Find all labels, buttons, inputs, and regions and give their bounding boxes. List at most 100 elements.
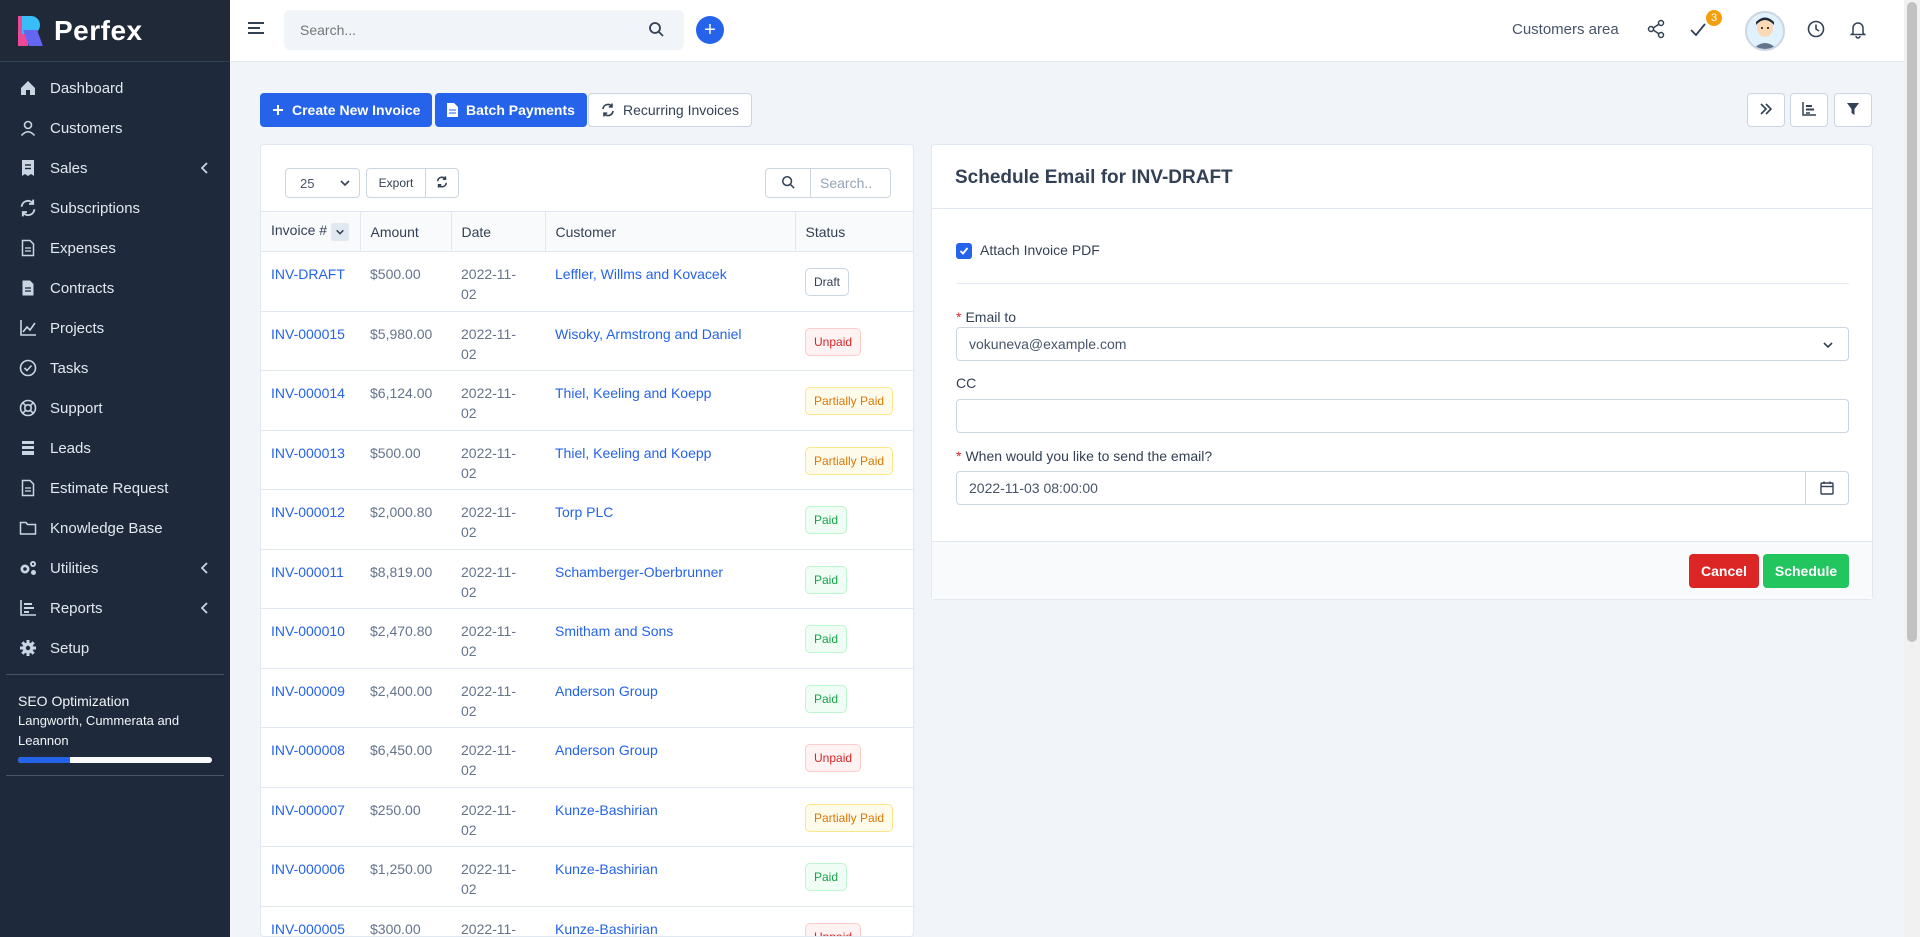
invoice-number-link[interactable]: INV-000006 xyxy=(271,861,345,877)
share-icon[interactable] xyxy=(1646,19,1666,42)
email-to-select[interactable]: vokuneva@example.com xyxy=(956,327,1849,361)
customer-link[interactable]: Thiel, Keeling and Koepp xyxy=(555,445,711,461)
schedule-button[interactable]: Schedule xyxy=(1763,554,1849,588)
invoice-number-link[interactable]: INV-000009 xyxy=(271,683,345,699)
plus-icon: + xyxy=(704,18,716,41)
cancel-button[interactable]: Cancel xyxy=(1689,554,1759,588)
table-row[interactable]: INV-000007 $250.00 2022-11-02 Kunze-Bashiri… xyxy=(261,787,913,847)
sidebar-item-leads[interactable]: Leads xyxy=(0,428,230,468)
table-search-button[interactable] xyxy=(765,168,811,198)
table-row[interactable]: INV-000012 $2,000.80 2022-11-02 Torp PLC Pai… xyxy=(261,489,913,550)
customer-link[interactable]: Anderson Group xyxy=(555,683,658,699)
invoice-number-link[interactable]: INV-000011 xyxy=(271,564,344,580)
customer-link[interactable]: Anderson Group xyxy=(555,742,658,758)
table-row[interactable]: INV-000010 $2,470.80 2022-11-02 Smitham and… xyxy=(261,608,913,669)
sidebar-item-projects[interactable]: Projects xyxy=(0,308,230,348)
invoice-number-link[interactable]: INV-000014 xyxy=(271,385,345,401)
invoice-cell: INV-DRAFT xyxy=(261,251,360,312)
column-header-status[interactable]: Status xyxy=(795,211,913,252)
sidebar-item-customers[interactable]: Customers xyxy=(0,108,230,148)
sidebar-item-utilities[interactable]: Utilities xyxy=(0,548,230,588)
sidebar-item-subscriptions[interactable]: Subscriptions xyxy=(0,188,230,228)
customer-link[interactable]: Wisoky, Armstrong and Daniel xyxy=(555,326,741,342)
column-header-amount[interactable]: Amount xyxy=(360,211,452,252)
sidebar-item-reports[interactable]: Reports xyxy=(0,588,230,628)
brand[interactable]: Perfex xyxy=(0,0,230,62)
sidebar-item-dashboard[interactable]: Dashboard xyxy=(0,68,230,108)
column-header-date[interactable]: Date xyxy=(451,211,546,252)
table-row[interactable]: INV-000013 $500.00 2022-11-02 Thiel, Keelin… xyxy=(261,430,913,490)
reload-button[interactable] xyxy=(425,168,459,198)
sidebar-item-tasks[interactable]: Tasks xyxy=(0,348,230,388)
sort-chevron-down-icon[interactable] xyxy=(331,222,350,241)
attach-pdf-checkbox[interactable] xyxy=(956,243,972,259)
table-row[interactable]: INV-000015 $5,980.00 2022-11-02 Wisoky, Arm… xyxy=(261,311,913,371)
sidebar-item-knowledge-base[interactable]: Knowledge Base xyxy=(0,508,230,548)
bar-chart-icon xyxy=(18,598,38,618)
table-row[interactable]: INV-000005 $300.00 2022-11- Kunze-Bashirian… xyxy=(261,906,913,937)
sidebar-item-setup[interactable]: Setup xyxy=(0,628,230,668)
status-badge: Unpaid xyxy=(805,922,862,936)
invoice-number-link[interactable]: INV-000005 xyxy=(271,921,345,937)
customer-link[interactable]: Kunze-Bashirian xyxy=(555,802,658,818)
customer-cell: Thiel, Keeling and Koepp xyxy=(545,430,795,490)
refresh-icon xyxy=(436,175,448,191)
date-cell: 2022-11- xyxy=(451,906,545,936)
column-header-customer[interactable]: Customer xyxy=(545,211,796,252)
menu-toggle-icon[interactable] xyxy=(248,22,264,37)
cc-field[interactable] xyxy=(956,399,1849,433)
customer-link[interactable]: Leffler, Willms and Kovacek xyxy=(555,266,727,282)
global-search-input[interactable] xyxy=(284,10,624,50)
send-date-input[interactable]: 2022-11-03 08:00:00 xyxy=(956,471,1849,505)
column-header-invoice[interactable]: Invoice # xyxy=(261,211,361,252)
table-search-input[interactable]: Search.. xyxy=(810,168,891,198)
sidebar-item-label: Dashboard xyxy=(50,79,124,97)
pinned-project[interactable]: SEO Optimization Langworth, Cummerata an… xyxy=(0,681,230,769)
todo-check-icon[interactable] xyxy=(1688,19,1708,42)
customer-cell: Thiel, Keeling and Koepp xyxy=(545,370,795,431)
scrollbar-thumb[interactable] xyxy=(1907,2,1917,642)
page-length-select[interactable]: 25 xyxy=(285,168,360,198)
sidebar-item-support[interactable]: Support xyxy=(0,388,230,428)
clock-icon[interactable] xyxy=(1806,19,1826,42)
sidebar-item-estimate-request[interactable]: Estimate Request xyxy=(0,468,230,508)
table-row[interactable]: INV-000008 $6,450.00 2022-11-02 Anderson Gr… xyxy=(261,727,913,788)
invoice-number-link[interactable]: INV-000012 xyxy=(271,504,345,520)
invoice-number-link[interactable]: INV-000010 xyxy=(271,623,345,639)
page-scrollbar[interactable] xyxy=(1904,0,1920,937)
customers-area-link[interactable]: Customers area xyxy=(1512,21,1619,38)
invoice-number-link[interactable]: INV-000007 xyxy=(271,802,345,818)
export-button[interactable]: Export xyxy=(366,168,426,198)
filter-button[interactable] xyxy=(1834,93,1872,127)
table-row[interactable]: INV-000009 $2,400.00 2022-11-02 Anderson Gr… xyxy=(261,668,913,728)
calendar-icon[interactable] xyxy=(1805,472,1848,504)
sidebar-item-contracts[interactable]: Contracts xyxy=(0,268,230,308)
invoice-number-link[interactable]: INV-000013 xyxy=(271,445,345,461)
customer-link[interactable]: Schamberger-Oberbrunner xyxy=(555,564,723,580)
invoice-number-link[interactable]: INV-000015 xyxy=(271,326,345,342)
quick-create-button[interactable]: + xyxy=(696,16,724,44)
toggle-panel-button[interactable] xyxy=(1747,93,1785,127)
stats-button[interactable] xyxy=(1790,93,1828,127)
table-row[interactable]: INV-DRAFT $500.00 2022-11-02 Leffler, Willm… xyxy=(261,251,913,312)
attach-pdf-label[interactable]: Attach Invoice PDF xyxy=(980,242,1100,258)
customer-link[interactable]: Thiel, Keeling and Koepp xyxy=(555,385,711,401)
table-row[interactable]: INV-000014 $6,124.00 2022-11-02 Thiel, Keel… xyxy=(261,370,913,431)
customer-link[interactable]: Torp PLC xyxy=(555,504,613,520)
required-marker: * xyxy=(956,309,962,325)
customer-link[interactable]: Kunze-Bashirian xyxy=(555,921,658,937)
customer-link[interactable]: Smitham and Sons xyxy=(555,623,673,639)
invoice-number-link[interactable]: INV-000008 xyxy=(271,742,345,758)
search-icon[interactable] xyxy=(648,21,664,40)
avatar[interactable] xyxy=(1745,11,1785,51)
create-invoice-button[interactable]: Create New Invoice xyxy=(260,93,433,127)
bell-icon[interactable] xyxy=(1848,19,1868,42)
customer-link[interactable]: Kunze-Bashirian xyxy=(555,861,658,877)
sidebar-item-sales[interactable]: Sales xyxy=(0,148,230,188)
sidebar-item-expenses[interactable]: Expenses xyxy=(0,228,230,268)
table-row[interactable]: INV-000006 $1,250.00 2022-11-02 Kunze-Bashi… xyxy=(261,846,913,907)
invoice-number-link[interactable]: INV-DRAFT xyxy=(271,266,345,282)
recurring-invoices-button[interactable]: Recurring Invoices xyxy=(588,93,752,127)
table-row[interactable]: INV-000011 $8,819.00 2022-11-02 Schamberger… xyxy=(261,549,913,609)
batch-payments-button[interactable]: Batch Payments xyxy=(435,93,587,127)
